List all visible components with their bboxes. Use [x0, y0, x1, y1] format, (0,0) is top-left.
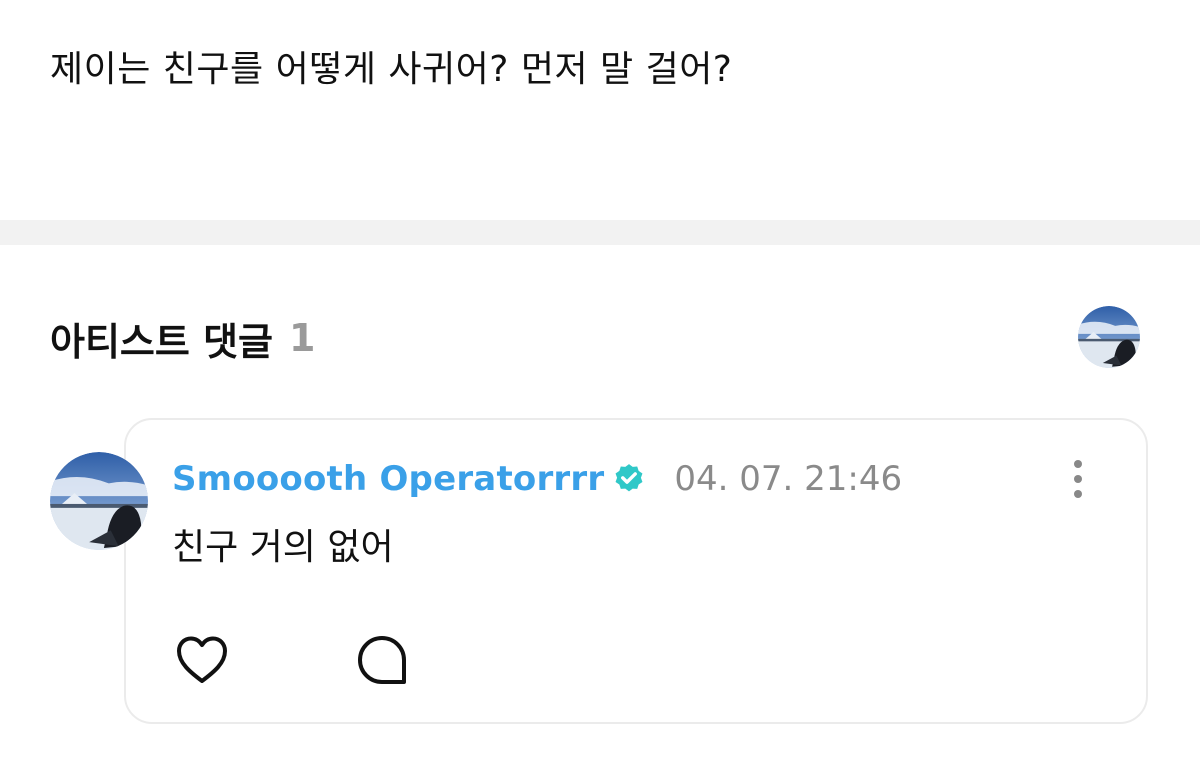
more-vertical-icon[interactable]	[1060, 456, 1096, 502]
artist-comments-count: 1	[289, 316, 316, 360]
artist-comments-header: 아티스트 댓글 1	[50, 310, 315, 366]
comment-author-avatar[interactable]	[50, 452, 148, 550]
comment-text: 친구 거의 없어	[172, 527, 394, 568]
verified-badge-icon	[615, 464, 643, 492]
comment-timestamp: 04. 07. 21:46	[674, 459, 903, 499]
comment-author-name[interactable]: Smooooth Operatorrrr	[172, 459, 604, 499]
speech-bubble-icon[interactable]	[356, 634, 408, 686]
artist-comments-title: 아티스트 댓글	[50, 319, 273, 364]
comment-meta-row: Smooooth Operatorrrr 04. 07. 21:46	[172, 458, 902, 500]
artist-avatar[interactable]	[1078, 306, 1140, 368]
post-question-text: 제이는 친구를 어떻게 사귀어? 먼저 말 걸어?	[50, 49, 733, 90]
section-divider	[0, 220, 1200, 245]
heart-icon[interactable]	[174, 634, 230, 686]
more-dot	[1074, 490, 1082, 498]
more-dot	[1074, 460, 1082, 468]
more-dot	[1074, 475, 1082, 483]
